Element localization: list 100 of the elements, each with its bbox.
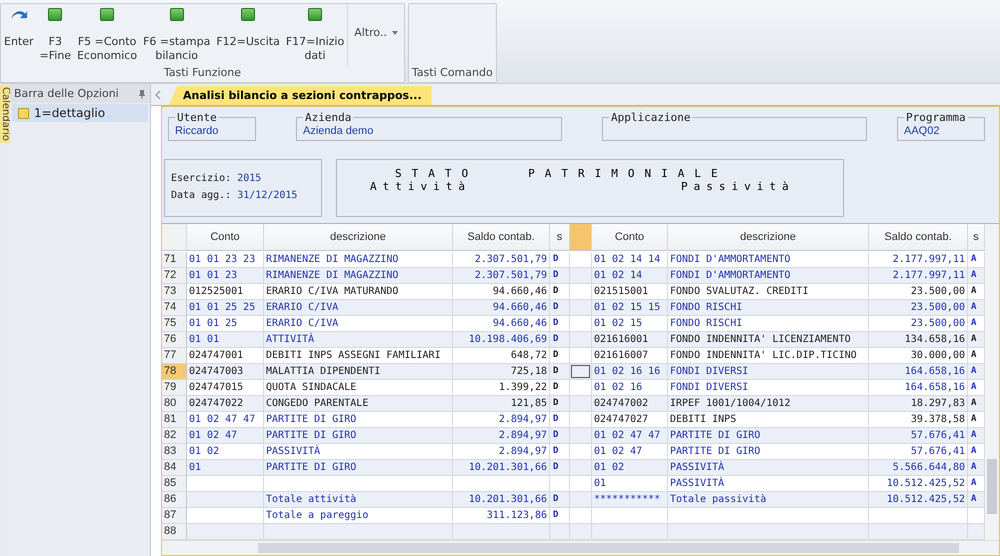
table-cell: D bbox=[550, 396, 570, 412]
caret-icon bbox=[392, 31, 398, 35]
table-cell: 024747022 bbox=[187, 396, 264, 412]
table-cell: 2.894,97 bbox=[453, 428, 550, 444]
table-cell: 024747002 bbox=[592, 396, 668, 412]
row-number[interactable]: 86 bbox=[162, 492, 187, 508]
scroll-left-icon[interactable] bbox=[155, 90, 161, 100]
row-number[interactable]: 87 bbox=[162, 508, 187, 524]
row-number[interactable]: 81 bbox=[162, 412, 187, 428]
table-cell: 01 02 bbox=[592, 460, 668, 476]
vertical-scrollbar[interactable] bbox=[985, 224, 999, 541]
table-cell: 01 02 47 47 bbox=[592, 428, 668, 444]
document-tab[interactable]: Analisi bilancio a sezioni contrappos... bbox=[169, 86, 432, 105]
table-cell: 94.660,46 bbox=[453, 300, 550, 316]
table-cell: D bbox=[550, 460, 570, 476]
gap-cell bbox=[570, 524, 592, 540]
function-key-button[interactable]: F17=Inizio dati bbox=[282, 4, 348, 63]
gap-cell bbox=[570, 300, 592, 316]
vertical-tab[interactable]: Calendario bbox=[0, 85, 10, 143]
column-header[interactable]: Saldo contab. bbox=[453, 224, 550, 251]
square-icon bbox=[18, 108, 29, 118]
row-number[interactable]: 80 bbox=[162, 396, 187, 412]
row-number[interactable]: 75 bbox=[162, 316, 187, 332]
row-number[interactable]: 79 bbox=[162, 380, 187, 396]
horizontal-scrollbar[interactable] bbox=[162, 540, 999, 555]
table-cell: A bbox=[968, 268, 985, 284]
table-cell: ATTIVITÀ bbox=[264, 332, 453, 348]
table-cell: PARTITE DI GIRO bbox=[668, 428, 869, 444]
table-cell: RIMANENZE DI MAGAZZINO bbox=[264, 268, 453, 284]
table-cell: Totale attività bbox=[264, 492, 453, 508]
row-number[interactable]: 73 bbox=[162, 284, 187, 300]
gap-cell bbox=[570, 268, 592, 284]
row-number[interactable]: 71 bbox=[162, 252, 187, 268]
column-header[interactable]: Conto bbox=[592, 224, 668, 251]
row-number[interactable]: 83 bbox=[162, 444, 187, 460]
table-cell: 2.177.997,11 bbox=[869, 268, 968, 284]
table-cell: *********** bbox=[592, 492, 668, 508]
column-header[interactable]: descrizione bbox=[264, 224, 453, 251]
row-number[interactable]: 85 bbox=[162, 476, 187, 492]
function-key-button[interactable]: F3 =Fine bbox=[36, 4, 74, 63]
table-cell: A bbox=[968, 300, 985, 316]
square-icon bbox=[308, 8, 322, 21]
option-item[interactable]: 1=dettaglio bbox=[12, 104, 148, 122]
table-cell: 10.198.406,69 bbox=[453, 332, 550, 348]
table-cell: A bbox=[968, 428, 985, 444]
table-cell: 01 01 25 25 bbox=[187, 300, 264, 316]
table-cell: 23.500,00 bbox=[869, 300, 968, 316]
field-value: 2015 bbox=[237, 173, 262, 184]
table-cell: 134.658,16 bbox=[869, 332, 968, 348]
info-field: Programma AAQ02 bbox=[897, 111, 985, 141]
table-cell: 01 02 15 15 bbox=[592, 300, 668, 316]
table-cell: D bbox=[550, 492, 570, 508]
table-cell: A bbox=[968, 460, 985, 476]
row-number[interactable]: 82 bbox=[162, 428, 187, 444]
row-number[interactable]: 74 bbox=[162, 300, 187, 316]
table-cell bbox=[550, 524, 570, 540]
column-header[interactable]: s bbox=[550, 224, 570, 251]
table-cell: A bbox=[968, 492, 985, 508]
table-cell: 5.566.644,80 bbox=[869, 460, 968, 476]
table-cell bbox=[968, 524, 985, 540]
group-label: Tasti Funzione bbox=[162, 66, 242, 81]
table-cell: 2.307.501,79 bbox=[453, 268, 550, 284]
table-cell: PARTITE DI GIRO bbox=[264, 428, 453, 444]
function-key-button[interactable]: Enter bbox=[1, 4, 37, 49]
table-cell: CONGEDO PARENTALE bbox=[264, 396, 453, 412]
table-cell: 021616001 bbox=[592, 332, 668, 348]
table-cell: FONDO INDENNITA' LICENZIAMENTO bbox=[668, 332, 869, 348]
header-gap-cell bbox=[570, 224, 592, 251]
table-cell: MALATTIA DIPENDENTI bbox=[264, 364, 453, 380]
more-dropdown[interactable]: Altro.. bbox=[347, 4, 404, 66]
row-number[interactable]: 88 bbox=[162, 524, 187, 540]
table-cell: 164.658,16 bbox=[869, 364, 968, 380]
row-number[interactable]: 78 bbox=[162, 364, 187, 380]
group-label: Tasti Comando bbox=[410, 66, 494, 81]
column-header[interactable]: Conto bbox=[187, 224, 264, 251]
column-header[interactable]: Saldo contab. bbox=[869, 224, 968, 251]
column-heading: Attività bbox=[370, 180, 471, 193]
row-number[interactable]: 77 bbox=[162, 348, 187, 364]
table-cell: D bbox=[550, 364, 570, 380]
row-number[interactable]: 84 bbox=[162, 460, 187, 476]
table-cell: 10.201.301,66 bbox=[453, 460, 550, 476]
square-icon bbox=[100, 8, 114, 21]
table-cell: 01 02 16 16 bbox=[592, 364, 668, 380]
table-cell: 10.512.425,52 bbox=[869, 492, 968, 508]
table-cell: 18.297,83 bbox=[869, 396, 968, 412]
info-field: Azienda Azienda demo bbox=[296, 111, 562, 141]
table-cell: A bbox=[968, 364, 985, 380]
info-field: Applicazione bbox=[602, 111, 867, 141]
pin-icon[interactable] bbox=[138, 88, 146, 98]
row-number[interactable]: 72 bbox=[162, 268, 187, 284]
gap-cell bbox=[570, 492, 592, 508]
function-key-button[interactable]: F12=Uscita bbox=[213, 4, 283, 49]
row-number[interactable]: 76 bbox=[162, 332, 187, 348]
column-header[interactable]: s bbox=[968, 224, 985, 251]
table-cell: 01 01 bbox=[187, 332, 264, 348]
function-key-button[interactable]: F5 =Conto Economico bbox=[74, 4, 140, 63]
column-header[interactable]: descrizione bbox=[668, 224, 869, 251]
gap-cell bbox=[570, 332, 592, 348]
function-key-button[interactable]: F6 =stampa bilancio bbox=[140, 4, 214, 63]
heading-title: PATRIMONIALE bbox=[528, 167, 728, 180]
